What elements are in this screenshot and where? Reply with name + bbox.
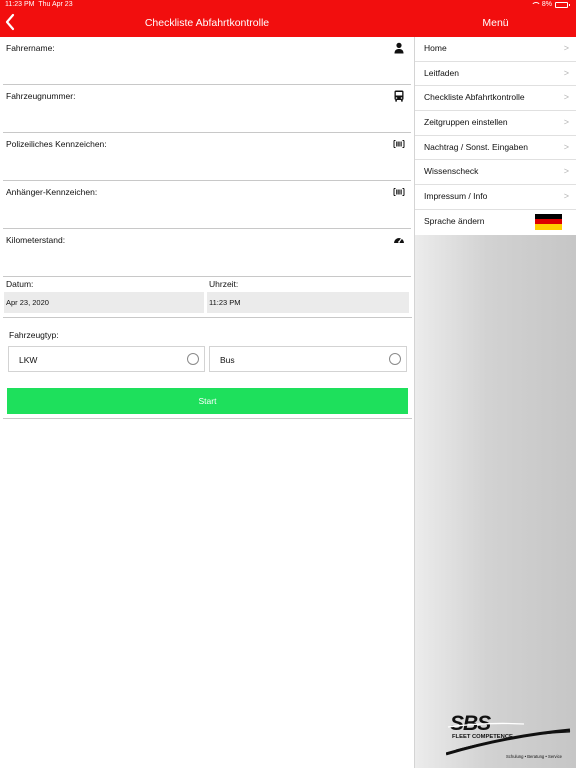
vehicle-type-option-bus[interactable]: Bus [209,346,407,372]
status-right: 8% [530,1,570,8]
form-header: Checkliste Abfahrtkontrolle [0,10,414,37]
person-icon [394,42,404,54]
menu-title: Menü [482,17,509,29]
odometer-field[interactable]: Kilometerstand: [3,229,411,277]
side-menu: Home > Leitfaden > Checkliste Abfahrtkon… [415,37,576,768]
trailer-plate-label: Anhänger-Kennzeichen: [6,187,98,197]
svg-text:Schulung • Beratung • Service: Schulung • Beratung • Service [506,754,563,759]
driver-name-label: Fahrername: [6,43,55,53]
vehicle-type-option-lkw[interactable]: LKW [8,346,205,372]
menu-item-label: Home [424,43,447,53]
radio-button[interactable] [389,353,401,365]
divider [3,418,412,419]
vehicle-type-label: Fahrzeugtyp: [9,330,59,340]
menu-item-label: Wissenscheck [424,166,479,177]
menu-item-leitfaden[interactable]: Leitfaden > [415,61,576,87]
option-label: LKW [19,355,38,365]
chevron-right-icon: > [563,141,569,152]
menu-item-language[interactable]: Sprache ändern [415,209,576,235]
chevron-right-icon: > [563,191,569,202]
license-plate-label: Polizeiliches Kennzeichen: [6,139,107,149]
chevron-right-icon: > [563,117,569,128]
time-label: Uhrzeit: [209,279,239,289]
start-button[interactable]: Start [7,388,408,414]
menu-item-checkliste[interactable]: Checkliste Abfahrtkontrolle > [415,86,576,112]
menu-item-label: Leitfaden [424,67,459,78]
date-field[interactable]: Apr 23, 2020 [4,292,204,313]
menu-item-wissenscheck[interactable]: Wissenscheck > [415,160,576,186]
bus-icon [394,90,404,102]
menu-header: Menü [415,10,576,37]
barcode-icon [393,140,405,148]
menu-item-label: Sprache ändern [424,215,485,226]
date-time-row: Datum: Apr 23, 2020 Uhrzeit: 11:23 PM [0,279,414,317]
speedometer-icon [394,238,404,243]
status-time-date: 11:23 PM Thu Apr 23 [5,1,73,8]
page-title: Checkliste Abfahrtkontrolle [144,17,270,29]
status-bar: 11:23 PM Thu Apr 23 8% [0,0,576,10]
battery-percent: 8% [541,1,552,8]
vehicle-number-field[interactable]: Fahrzeugnummer: [3,85,411,133]
chevron-right-icon: > [563,166,569,177]
time-group: Uhrzeit: 11:23 PM [207,279,409,317]
menu-item-label: Nachtrag / Sonst. Eingaben [424,141,528,152]
menu-item-home[interactable]: Home > [415,37,576,62]
battery-icon [555,1,570,8]
sbs-logo: SBS FLEET COMPETENCE Schulung • Beratung… [446,712,571,759]
license-plate-field[interactable]: Polizeiliches Kennzeichen: [3,133,411,181]
driver-name-field[interactable]: Fahrername: [3,37,411,85]
chevron-right-icon: > [563,92,569,103]
menu-item-zeitgruppen[interactable]: Zeitgruppen einstellen > [415,111,576,136]
german-flag-icon [535,213,562,230]
vehicle-number-label: Fahrzeugnummer: [6,91,76,101]
date-label: Datum: [6,279,34,289]
barcode-icon [393,188,405,196]
menu-list: Home > Leitfaden > Checkliste Abfahrtkon… [415,37,576,235]
checklist-form: Fahrername: Fahrzeugnummer: Polizeiliche… [0,37,414,277]
status-time: 11:23 PM [5,1,35,8]
trailer-plate-field[interactable]: Anhänger-Kennzeichen: [3,181,411,229]
chevron-right-icon: > [563,67,569,78]
radio-button[interactable] [187,353,199,365]
odometer-label: Kilometerstand: [6,235,66,245]
menu-item-nachtrag[interactable]: Nachtrag / Sonst. Eingaben > [415,135,576,161]
date-group: Datum: Apr 23, 2020 [4,279,204,317]
status-date: Thu Apr 23 [38,1,73,8]
menu-item-label: Checkliste Abfahrtkontrolle [424,92,525,103]
time-field[interactable]: 11:23 PM [207,292,409,313]
menu-item-label: Impressum / Info [424,191,488,202]
menu-item-impressum[interactable]: Impressum / Info > [415,185,576,210]
wifi-icon [530,1,541,8]
menu-item-label: Zeitgruppen einstellen [424,117,508,128]
option-label: Bus [220,355,235,365]
chevron-right-icon: > [563,43,569,53]
